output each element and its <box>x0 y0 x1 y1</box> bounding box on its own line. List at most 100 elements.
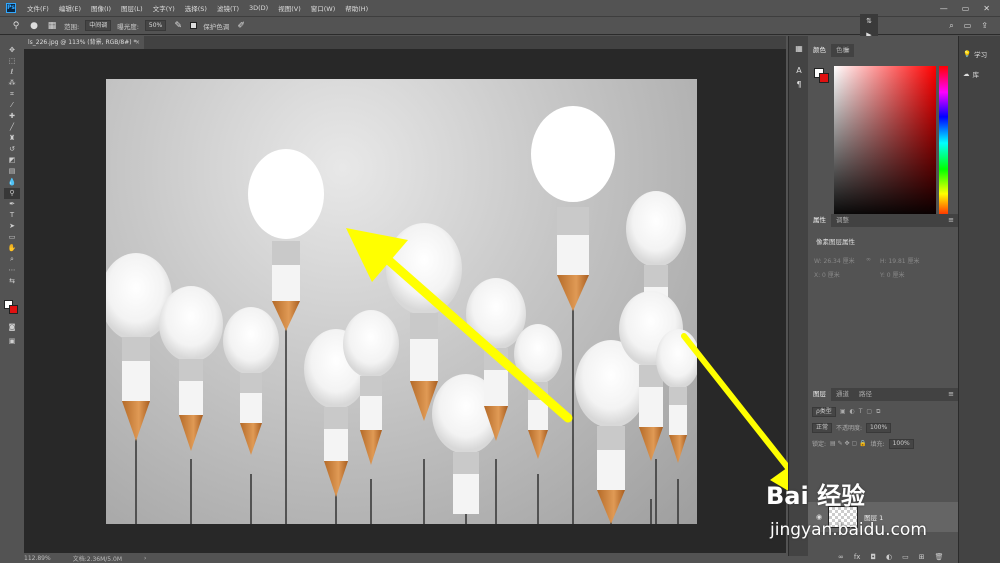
tab-paths[interactable]: 路径 <box>854 388 877 401</box>
shape-tool-icon[interactable]: ▭ <box>4 232 20 243</box>
brush-preset-icon[interactable]: ● <box>28 20 40 32</box>
menu-view[interactable]: 视图(V) <box>273 3 306 13</box>
prop-height[interactable]: H: 19.81 厘米 <box>880 256 920 265</box>
maximize-button[interactable]: ▭ <box>962 4 970 13</box>
bulb-2 <box>159 286 223 524</box>
opacity-input[interactable]: 100% <box>866 422 892 433</box>
tab-swatches[interactable]: 色板 <box>831 44 854 57</box>
filter-type-icon[interactable]: T <box>859 408 863 415</box>
search-icon[interactable]: ⌕ <box>949 21 953 31</box>
background-color-swatch[interactable] <box>9 305 18 314</box>
status-arrow-icon[interactable]: › <box>144 555 146 562</box>
lasso-tool-icon[interactable]: ℓ <box>4 67 20 78</box>
blur-tool-icon[interactable]: 💧 <box>4 177 20 188</box>
default-colors-icon[interactable]: ⇆ <box>4 276 20 287</box>
menu-window[interactable]: 窗口(W) <box>306 3 341 13</box>
add-mask-icon[interactable]: ◘ <box>870 553 876 561</box>
new-group-icon[interactable]: ▭ <box>902 553 909 561</box>
learn-panel-button[interactable]: 💡 学习 <box>959 44 1000 64</box>
dodge-tool-icon[interactable]: ⚲ <box>10 20 22 32</box>
character-icon[interactable]: A <box>789 64 809 78</box>
menu-filter[interactable]: 滤镜(T) <box>212 3 244 13</box>
eraser-tool-icon[interactable]: ◩ <box>4 155 20 166</box>
close-window-button[interactable]: ✕ <box>983 4 990 13</box>
layers-menu-icon[interactable]: ≡ <box>948 388 954 401</box>
move-tool-icon[interactable]: ✥ <box>4 45 20 56</box>
menu-file[interactable]: 文件(F) <box>22 3 54 13</box>
paragraph-icon[interactable]: ¶ <box>789 78 809 92</box>
tab-layers[interactable]: 图层 <box>808 388 831 401</box>
healing-tool-icon[interactable]: ✚ <box>4 111 20 122</box>
menu-help[interactable]: 帮助(H) <box>340 3 373 13</box>
gradient-tool-icon[interactable]: ▤ <box>4 166 20 177</box>
path-select-tool-icon[interactable]: ➤ <box>4 221 20 232</box>
filter-shape-icon[interactable]: ▢ <box>866 408 872 415</box>
hue-slider[interactable] <box>939 66 948 220</box>
quick-select-tool-icon[interactable]: ⁂ <box>4 78 20 89</box>
workspace-icon[interactable]: ▭ <box>964 21 972 31</box>
quick-mask-icon[interactable]: ◙ <box>4 322 20 333</box>
range-select[interactable]: 中间调 <box>85 20 112 31</box>
close-document-icon[interactable]: × <box>135 36 140 49</box>
filter-pixel-icon[interactable]: ▣ <box>840 408 846 415</box>
crop-tool-icon[interactable]: ⌗ <box>4 89 20 100</box>
link-layers-icon[interactable]: ∞ <box>838 553 844 561</box>
blend-mode-select[interactable]: 正常 <box>812 422 833 433</box>
link-icon[interactable]: ∞ <box>866 256 871 263</box>
layer-filter-select[interactable]: ρ类型 <box>812 406 836 417</box>
menu-layer[interactable]: 图层(L) <box>116 3 148 13</box>
eyedropper-tool-icon[interactable]: ⁄ <box>4 100 20 111</box>
prop-y[interactable]: Y: 0 厘米 <box>880 270 905 279</box>
pressure-icon[interactable]: ✐ <box>235 20 247 32</box>
tab-channels[interactable]: 通道 <box>831 388 854 401</box>
new-layer-icon[interactable]: ⊞ <box>919 553 925 561</box>
zoom-tool-icon[interactable]: ⌕ <box>4 254 20 265</box>
airbrush-icon[interactable]: ✎ <box>172 20 184 32</box>
canvas-area[interactable] <box>24 49 786 553</box>
exposure-input[interactable]: 50% <box>144 20 167 31</box>
minimize-button[interactable]: — <box>940 4 948 13</box>
history-icon[interactable]: ⇅ <box>860 14 878 28</box>
fill-input[interactable]: 100% <box>888 438 914 449</box>
brush-tool-icon[interactable]: ╱ <box>4 122 20 133</box>
layer-comps-icon[interactable]: ▦ <box>789 42 809 56</box>
delete-layer-icon[interactable]: 🗑 <box>935 553 944 561</box>
history-brush-icon[interactable]: ↺ <box>4 144 20 155</box>
filter-adjust-icon[interactable]: ◐ <box>849 408 854 415</box>
lock-icons[interactable]: ▤ ✎ ✥ ▢ 🔒 <box>830 440 867 447</box>
menu-select[interactable]: 选择(S) <box>180 3 212 13</box>
filter-smart-icon[interactable]: ⧉ <box>876 408 880 416</box>
color-picker-field[interactable] <box>834 66 936 220</box>
prop-x[interactable]: X: 0 厘米 <box>814 270 840 279</box>
brush-settings-icon[interactable]: ▦ <box>46 20 58 32</box>
color-panel-menu-icon[interactable]: ≡ <box>844 44 850 57</box>
window-controls: — ▭ ✕ <box>940 4 1000 13</box>
library-panel-button[interactable]: ☁ 库 <box>959 64 1000 84</box>
marquee-tool-icon[interactable]: ⬚ <box>4 56 20 67</box>
bulb-5 <box>343 310 399 524</box>
more-tools-icon[interactable]: ⋯ <box>4 265 20 276</box>
tab-adjustments[interactable]: 调整 <box>831 214 854 227</box>
share-icon[interactable]: ⇪ <box>981 21 988 31</box>
pen-tool-icon[interactable]: ✒ <box>4 199 20 210</box>
properties-menu-icon[interactable]: ≡ <box>948 214 954 227</box>
protect-tones-checkbox[interactable] <box>190 22 198 29</box>
screen-mode-icon[interactable]: ▣ <box>4 336 20 347</box>
menu-type[interactable]: 文字(Y) <box>148 3 180 13</box>
color-panel-background[interactable] <box>819 73 829 83</box>
zoom-level[interactable]: 112.89% <box>24 555 51 562</box>
prop-width[interactable]: W: 26.34 厘米 <box>814 256 855 265</box>
hand-tool-icon[interactable]: ✋ <box>4 243 20 254</box>
tab-color[interactable]: 颜色 <box>808 44 831 57</box>
menu-3d[interactable]: 3D(D) <box>244 4 273 12</box>
tab-properties[interactable]: 属性 <box>808 214 831 227</box>
adjustment-layer-icon[interactable]: ◐ <box>886 553 892 561</box>
menu-edit[interactable]: 编辑(E) <box>54 3 86 13</box>
document-tab[interactable]: ls_226.jpg @ 113% (背景, RGB/8#) * × <box>24 36 144 49</box>
menu-image[interactable]: 图像(I) <box>86 3 116 13</box>
stamp-tool-icon[interactable]: ♜ <box>4 133 20 144</box>
type-tool-icon[interactable]: T <box>4 210 20 221</box>
fx-icon[interactable]: fx <box>854 553 861 561</box>
lightbulb-pencils-image[interactable] <box>106 79 697 524</box>
dodge-tool-active-icon[interactable]: ⚲ <box>4 188 20 199</box>
